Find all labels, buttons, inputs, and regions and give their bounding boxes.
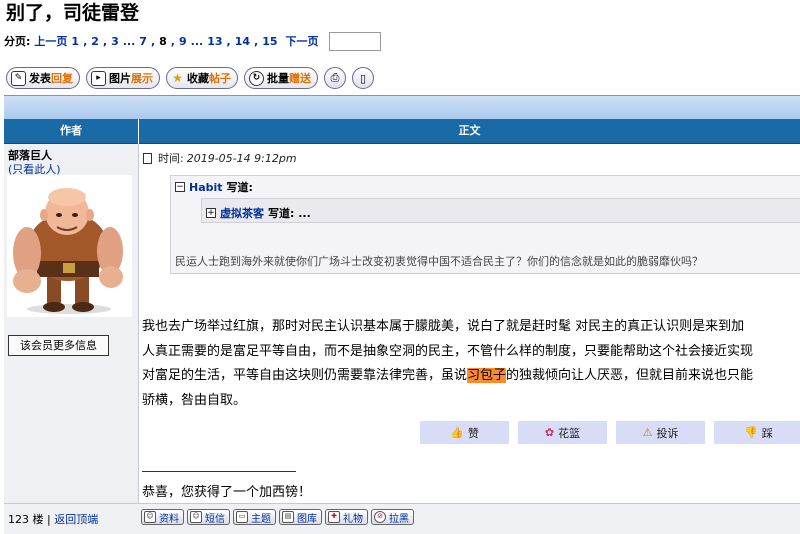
quote-inner-user[interactable]: 虚拟茶客 [220,205,264,221]
expand-icon[interactable]: + [206,208,216,218]
body-column-header: 正文 [139,119,800,144]
quote-inner-header: + 虚拟茶客 写道: ... [206,205,311,221]
page-ellipsis: ... [122,34,136,48]
goto-page-input[interactable] [328,32,381,51]
floor-number: 123 楼 [8,513,44,526]
quote-outer-user[interactable]: Habit [189,181,223,194]
page-link-15[interactable]: 15 [262,34,277,50]
users-icon: ☺ [190,511,202,523]
flower-icon: ✿ [544,426,555,439]
thumbs-up-icon: 👍 [450,426,464,439]
phone-icon: ▯ [359,71,367,85]
profile-button[interactable]: ☺ 资料 [141,509,184,525]
refresh-icon: ↻ [249,70,264,86]
report-button[interactable]: ⚠ 投诉 [616,421,705,444]
flower-button[interactable]: ✿ 花篮 [518,421,607,444]
avatar [7,175,132,317]
block-button[interactable]: ⊘ 拉黑 [371,509,414,525]
pagination-label: 分页: [4,34,31,48]
page-title: 别了，司徒雷登 [6,2,140,24]
post-actions: 👍 赞 ✿ 花篮 ⚠ 投诉 👎 踩 [420,421,800,444]
page-link-14[interactable]: 14 [235,34,250,50]
post-reply-button[interactable]: ✎ 发表 回复 [6,67,80,89]
page-link-3[interactable]: 3 [111,34,119,50]
page-link-2[interactable]: 2 [91,34,99,50]
page-link-1[interactable]: 1 [71,34,79,50]
window-icon: ▭ [236,511,248,523]
favorite-post-button[interactable]: ★ 收藏 帖子 [166,67,238,89]
image-icon: ▸ [91,70,106,86]
post-table-topbar [4,95,800,120]
signature: 恭喜，您获得了一个加西镑！ [142,485,312,500]
warning-icon: ⚠ [642,426,653,439]
show-images-button[interactable]: ▸ 图片 展示 [86,67,160,89]
thumbs-down-icon: 👎 [744,426,758,439]
prev-page-link[interactable]: 上一页 [34,34,67,50]
dislike-button[interactable]: 👎 踩 [714,421,800,444]
message-button[interactable]: ☺ 短信 [187,509,230,525]
star-icon: ★ [172,70,183,85]
homepage-button[interactable]: ▭ 主题 [233,509,276,525]
like-button[interactable]: 👍 赞 [420,421,509,444]
member-more-info-button[interactable]: 该会员更多信息 [8,335,109,356]
signature-divider [142,471,296,472]
post-time: 时间: 2019-05-14 9:12pm [143,150,297,166]
user-icon: ☺ [144,511,156,523]
post-line: 对富足的生活，平等自由这块则仍需要靠法律完善，虽说习包子的独裁倾向让人厌恶，但就… [142,368,754,383]
print-icon: ⎙ [330,71,340,84]
mobile-view-button[interactable]: ▯ [352,67,374,89]
collapse-icon[interactable]: − [175,182,185,192]
post-toolbar: ✎ 发表 回复 ▸ 图片 展示 ★ 收藏 帖子 ↻ 批量 赠送 ⎙ ▯ [6,67,374,89]
gift-icon: ✚ [328,511,340,523]
next-page-link[interactable]: 下一页 [286,34,319,50]
reply-icon: ✎ [11,70,26,86]
pagination: 分页: 上一页 1, 2, 3 ... 7, 8, 9 ... 13, 14, … [4,32,381,51]
current-page: 8 [159,34,167,48]
post-line: 我也去广场举过红旗，那时对民主认识基本属于朦胧美，说白了就是赶时髦 对民主的真正… [142,319,745,334]
page-link-9[interactable]: 9 [179,34,187,50]
floor-info: 123 楼 | 返回顶端 [8,513,99,526]
batch-gift-button[interactable]: ↻ 批量 赠送 [244,67,318,89]
print-button[interactable]: ⎙ [324,67,346,89]
post-line: 骄横，咎由自取。 [142,392,247,408]
quote-outer-text: 民运人士跑到海外来就使你们广场斗士改变初衷觉得中国不适合民主了？你们的信念就是如… [175,255,703,268]
post-line: 人真正需要的是富足平等自由，而不是抽象空洞的民主，不管什么样的制度，只要能帮助这… [142,343,754,359]
highlighted-term: 习包子 [467,368,507,383]
gallery-icon: ▤ [282,511,294,523]
author-column-header: 作者 [4,119,138,144]
page-ellipsis: ... [190,34,204,48]
gallery-button[interactable]: ▤ 图库 [279,509,322,525]
quote-outer-header: − Habit 写道: [175,180,253,194]
document-icon [143,152,152,164]
page-link-7[interactable]: 7 [139,34,147,50]
page-link-13[interactable]: 13 [207,34,222,50]
back-to-top-link[interactable]: 返回顶端 [54,513,98,526]
block-icon: ⊘ [374,511,386,523]
gift-button[interactable]: ✚ 礼物 [325,509,368,525]
post-content: 我也去广场举过红旗，那时对民主认识基本属于朦胧美，说白了就是赶时髦 对民主的真正… [142,315,800,413]
member-actions: ☺ 资料 ☺ 短信 ▭ 主题 ▤ 图库 ✚ 礼物 ⊘ 拉黑 [141,509,414,525]
